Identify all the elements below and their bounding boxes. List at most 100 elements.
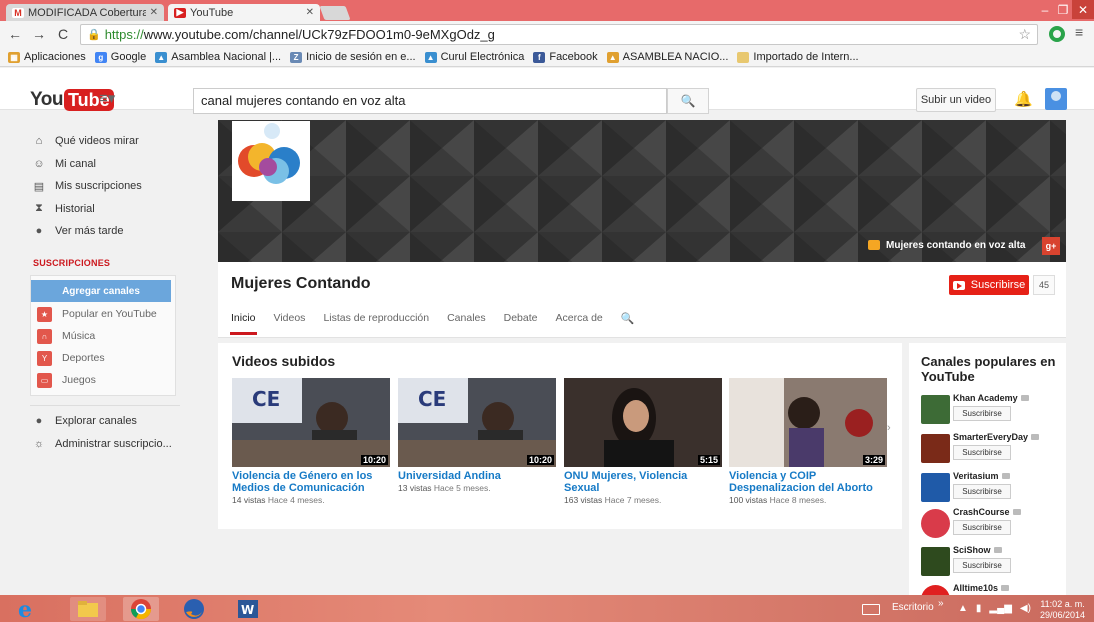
firefox-icon[interactable] (176, 597, 212, 621)
word-icon[interactable]: W (230, 597, 266, 621)
close-tab-icon[interactable]: ✕ (306, 7, 314, 18)
video-thumbnail[interactable]: CE 10:20 (398, 378, 556, 467)
channel-thumbnail[interactable] (921, 547, 950, 576)
signal-icon[interactable]: ▂▄▆ (989, 603, 1011, 614)
sub-item-games[interactable]: ▭ Juegos (37, 372, 96, 388)
channel-name-link[interactable]: CrashCourse (953, 507, 1021, 517)
bookmark-curul[interactable]: ▲ Curul Electrónica (424, 51, 524, 63)
video-title[interactable]: Violencia y COIP Despenalizacion del Abo… (729, 470, 887, 494)
verified-icon (1001, 585, 1010, 591)
browser-tab-youtube[interactable]: ▶ YouTube ✕ (168, 4, 320, 21)
channel-thumbnail[interactable] (921, 434, 950, 463)
chrome-menu-icon[interactable]: ≡ (1075, 24, 1083, 40)
asamblea2-icon: ▲ (606, 51, 619, 63)
keyboard-icon[interactable] (862, 604, 880, 615)
channel-search-icon[interactable]: 🔍 (621, 312, 635, 336)
tray-expand-icon[interactable]: » (938, 598, 944, 609)
subscribe-small-button[interactable]: Suscribirse (953, 484, 1011, 499)
video-card[interactable]: CE 10:20 Violencia de Género en los Medi… (232, 378, 390, 505)
subscribe-small-button[interactable]: Suscribirse (953, 558, 1011, 573)
channel-logo[interactable] (232, 121, 310, 201)
video-thumbnail[interactable]: CE 10:20 (232, 378, 390, 467)
video-title[interactable]: ONU Mujeres, Violencia Sexual (564, 470, 722, 494)
search-input[interactable]: canal mujeres contando en voz alta (193, 88, 667, 114)
bookmark-google[interactable]: g Google (94, 51, 146, 63)
tab-videos[interactable]: Videos (274, 312, 306, 336)
guide-menu-icon[interactable]: ≡▾ (99, 89, 115, 107)
video-title[interactable]: Violencia de Género en los Medios de Com… (232, 470, 390, 494)
back-icon[interactable]: ← (6, 25, 24, 43)
video-title[interactable]: Universidad Andina (398, 470, 556, 482)
search-button[interactable]: 🔍 (667, 88, 709, 114)
forward-icon[interactable]: → (30, 25, 48, 43)
google-plus-icon[interactable]: g+ (1042, 237, 1060, 255)
tray-up-icon[interactable]: ▲ (958, 603, 968, 614)
tab-discussion[interactable]: Debate (504, 312, 538, 336)
bookmark-facebook[interactable]: f Facebook (533, 51, 598, 63)
chrome-icon[interactable] (123, 597, 159, 621)
channel-thumbnail[interactable] (921, 585, 950, 595)
uploads-title[interactable]: Videos subidos (232, 353, 335, 369)
sub-item-popular[interactable]: ★ Popular en YouTube (37, 306, 157, 322)
bookmark-zimbra[interactable]: Z Inicio de sesión en e... (290, 51, 416, 63)
reload-icon[interactable]: C (54, 25, 72, 43)
subscribe-small-button[interactable]: Suscribirse (953, 445, 1011, 460)
tab-inicio[interactable]: Inicio (230, 312, 257, 336)
bookmark-star-icon[interactable]: ☆ (1018, 26, 1031, 43)
nav-history[interactable]: ⧗ Historial (0, 198, 190, 221)
bookmark-folder-imported[interactable]: Importado de Intern... (737, 51, 859, 63)
address-bar[interactable]: 🔒 https:// www.youtube.com/channel/UCk79… (80, 24, 1038, 45)
bookmark-apps[interactable]: ▦ Aplicaciones (8, 51, 86, 63)
minimize-window-button[interactable]: – (1036, 0, 1054, 19)
tab-playlists[interactable]: Listas de reproducción (323, 312, 429, 336)
new-tab-button[interactable] (319, 6, 351, 20)
channel-name-link[interactable]: Khan Academy (953, 393, 1029, 403)
sub-item-sports[interactable]: Y Deportes (37, 350, 105, 366)
channel-name-link[interactable]: Alltime10s (953, 583, 1010, 593)
nav-my-channel[interactable]: ☺ Mi canal (0, 153, 190, 176)
channel-name[interactable]: Mujeres Contando (231, 275, 371, 293)
upload-button[interactable]: Subir un video (916, 88, 996, 112)
desktop-toolbar-label[interactable]: Escritorio (892, 602, 934, 613)
notifications-bell-icon[interactable]: 🔔 (1014, 90, 1033, 108)
opera-extension-icon[interactable] (1049, 26, 1065, 42)
video-card[interactable]: 3:29 Violencia y COIP Despenalizacion de… (729, 378, 887, 505)
nav-watch-later[interactable]: ● Ver más tarde (0, 220, 190, 243)
channel-thumbnail[interactable] (921, 473, 950, 502)
bookmark-asamblea2[interactable]: ▲ ASAMBLEA NACIO... (606, 51, 728, 63)
close-tab-icon[interactable]: ✕ (150, 7, 158, 18)
file-explorer-icon[interactable] (70, 597, 106, 621)
channel-thumbnail[interactable] (921, 509, 950, 538)
subscribe-small-button[interactable]: Suscribirse (953, 520, 1011, 535)
sub-item-music[interactable]: ∩ Música (37, 328, 95, 344)
banner-channel-link[interactable]: Mujeres contando en voz alta (868, 236, 1025, 254)
channel-thumbnail[interactable] (921, 395, 950, 424)
bookmark-asamblea[interactable]: ▲ Asamblea Nacional |... (155, 51, 281, 63)
tab-about[interactable]: Acerca de (555, 312, 602, 336)
browser-tab-gmail[interactable]: M MODIFICADA Coberturas ✕ (6, 4, 164, 21)
channel-name-link[interactable]: SciShow (953, 545, 1002, 555)
volume-icon[interactable]: ◀) (1020, 603, 1031, 614)
nav-explore-channels[interactable]: ● Explorar canales (0, 410, 190, 433)
nav-manage-subscriptions[interactable]: ☼ Administrar suscripcio... (0, 433, 190, 456)
bookmark-label: Aplicaciones (24, 51, 86, 63)
video-thumbnail[interactable]: 3:29 (729, 378, 887, 467)
internet-explorer-icon[interactable]: e (8, 597, 44, 621)
channel-name-link[interactable]: Veritasium (953, 471, 1010, 481)
next-arrow-icon[interactable]: › (887, 422, 891, 434)
network-icon[interactable]: ▮ (976, 603, 982, 614)
video-thumbnail[interactable]: 5:15 (564, 378, 722, 467)
avatar[interactable] (1045, 88, 1067, 110)
video-card[interactable]: 5:15 ONU Mujeres, Violencia Sexual 163 v… (564, 378, 722, 505)
add-channels-button[interactable]: Agregar canales (31, 280, 171, 302)
close-window-button[interactable]: ✕ (1072, 0, 1094, 19)
subscribe-button[interactable]: Suscribirse (949, 275, 1029, 295)
nav-subscriptions[interactable]: ▤ Mis suscripciones (0, 175, 190, 198)
taskbar-clock[interactable]: 11:02 a. m. 29/06/2014 (1040, 599, 1085, 621)
subscribe-small-button[interactable]: Suscribirse (953, 406, 1011, 421)
nav-what-to-watch[interactable]: ⌂ Qué videos mirar (0, 130, 190, 153)
video-card[interactable]: CE 10:20 Universidad Andina 13 vistas Ha… (398, 378, 556, 493)
tab-channels[interactable]: Canales (447, 312, 486, 336)
channel-name-link[interactable]: SmarterEveryDay (953, 432, 1040, 442)
maximize-window-button[interactable]: ❐ (1054, 0, 1072, 19)
